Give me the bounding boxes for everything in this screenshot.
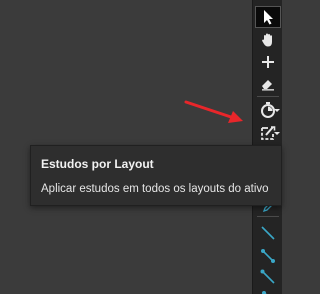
eraser-icon (262, 80, 274, 91)
tooltip-title: Estudos por Layout (41, 157, 154, 171)
trend-line-button[interactable] (255, 222, 281, 244)
toolbar-divider (257, 216, 279, 217)
cursor-tool-button[interactable] (255, 6, 281, 28)
pan-tool-button[interactable] (255, 29, 281, 51)
tooltip-description: Aplicar estudos em todos os layouts do a… (41, 183, 269, 195)
line-diagonal-icon (261, 226, 275, 240)
plus-crosshair-icon (262, 56, 274, 68)
extended-line-icon (262, 291, 267, 294)
chevron-down-icon[interactable] (274, 109, 280, 112)
toolbar-divider (257, 96, 279, 97)
cursor-arrow-icon (264, 10, 273, 25)
extended-line-button[interactable] (255, 284, 281, 294)
ray-line-icon (261, 249, 275, 263)
hand-icon (262, 33, 272, 47)
studies-per-layout-button[interactable] (255, 122, 281, 144)
ray-line-button[interactable] (255, 245, 281, 267)
tooltip: Estudos por Layout Aplicar estudos em to… (30, 145, 282, 206)
eraser-tool-button[interactable] (255, 73, 281, 95)
chevron-down-icon[interactable] (274, 132, 280, 135)
crosshair-tool-button[interactable] (255, 51, 281, 73)
annotation-arrow-icon (184, 100, 243, 123)
timer-tool-button[interactable] (255, 99, 281, 121)
